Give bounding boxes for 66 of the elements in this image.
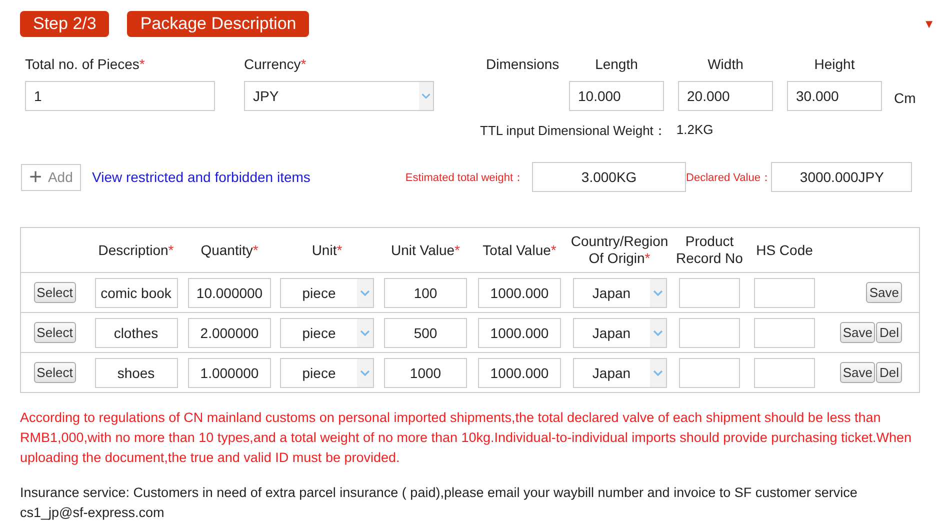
product-record-input[interactable] xyxy=(679,318,740,348)
section-title: Package Description xyxy=(127,11,310,37)
weight-label: Estimated total weight： xyxy=(405,170,524,184)
select-button[interactable]: Select xyxy=(34,322,76,343)
hs-code-input[interactable] xyxy=(754,358,815,388)
hs-code-input[interactable] xyxy=(754,278,815,308)
currency-select[interactable]: JPY xyxy=(244,81,434,111)
declared-label: Declared Value： xyxy=(686,170,772,184)
hs-code-input[interactable] xyxy=(754,318,815,348)
total-value-input[interactable]: 1000.000 xyxy=(478,278,561,308)
field-label: Dimensions xyxy=(486,55,560,73)
unit-select[interactable]: piece xyxy=(280,358,374,388)
pieces-input[interactable]: 1 xyxy=(25,81,215,111)
total-value-input[interactable]: 1000.000 xyxy=(478,358,561,388)
select-button[interactable]: Select xyxy=(34,282,76,303)
column-header: Product Record No xyxy=(675,233,744,267)
row-action-button[interactable]: Save xyxy=(840,362,876,383)
field-label: Total no. of Pieces* xyxy=(25,55,146,73)
column-header: Quantity* xyxy=(200,242,258,258)
weight-input[interactable]: 3.000KG xyxy=(532,162,686,192)
ttl-value: 1.2KG xyxy=(676,122,714,139)
unit-value-input[interactable]: 1000 xyxy=(384,358,467,388)
field-label: Currency* xyxy=(244,55,308,73)
unit-select[interactable]: piece xyxy=(280,278,374,308)
quantity-input[interactable]: 2.000000 xyxy=(188,318,271,348)
field-label: Length xyxy=(594,55,639,73)
column-header: HS Code xyxy=(756,242,813,258)
product-record-input[interactable] xyxy=(679,358,740,388)
unit-value-input[interactable]: 500 xyxy=(384,318,467,348)
column-header: Description* xyxy=(98,242,174,258)
chevron-icon xyxy=(419,82,433,110)
dimension-input[interactable]: 30.000 xyxy=(787,81,882,111)
column-header: Unit* xyxy=(312,242,342,258)
insurance-notice: Insurance service: Customers in need of extra parcel insurance ( paid),please email your waybill number and invoice to SF customer service cs1_jp@sf-express.com xyxy=(20,484,858,522)
row-action-button[interactable]: Del xyxy=(876,362,902,383)
dimension-input[interactable]: 10.000 xyxy=(569,81,664,111)
country-select[interactable]: Japan xyxy=(572,278,666,308)
step-badge: Step 2/3 xyxy=(20,11,110,37)
row-action-button[interactable]: Save xyxy=(840,322,876,343)
description-input[interactable]: clothes xyxy=(94,318,178,348)
unit-value-input[interactable]: 100 xyxy=(384,278,467,308)
row-action-button[interactable]: Del xyxy=(876,322,902,343)
dimension-input[interactable]: 20.000 xyxy=(678,81,773,111)
customs-notice: According to regulations of CN mainland customs on personal imported shipments,the total declared valve of each shipment should be less than RMB1,000,with no more than 10 types,and a total weight of no more than 10kg.Individual-to-individual imports should provide purchasing ticket.When uploading the document,the true and valid ID must be provided. xyxy=(20,409,913,467)
description-input[interactable]: shoes xyxy=(94,358,178,388)
column-header: Total Value* xyxy=(482,242,556,258)
collapse-toggle[interactable]: ▼ xyxy=(923,17,935,31)
unit-select[interactable]: piece xyxy=(280,318,374,348)
field-label: Width xyxy=(706,55,744,73)
quantity-input[interactable]: 1.000000 xyxy=(188,358,271,388)
country-select[interactable]: Japan xyxy=(572,358,666,388)
product-record-input[interactable] xyxy=(679,278,740,308)
unit-label: Cm xyxy=(894,90,916,106)
row-action-button[interactable]: Save xyxy=(866,282,902,303)
select-button[interactable]: Select xyxy=(34,362,76,383)
ttl-label: TTL input Dimensional Weight： xyxy=(480,122,666,140)
total-value-input[interactable]: 1000.000 xyxy=(478,318,561,348)
add-button[interactable]: + Add xyxy=(21,164,81,190)
field-label: Height xyxy=(813,55,856,73)
quantity-input[interactable]: 10.000000 xyxy=(188,278,271,308)
column-header: Unit Value* xyxy=(390,242,460,258)
restricted-items-link[interactable]: View restricted and forbidden items xyxy=(92,169,310,185)
column-header: Country/Region Of Origin* xyxy=(570,233,670,267)
declared-input[interactable]: 3000.000JPY xyxy=(771,162,912,192)
description-input[interactable]: comic book xyxy=(94,278,178,308)
country-select[interactable]: Japan xyxy=(572,318,666,348)
